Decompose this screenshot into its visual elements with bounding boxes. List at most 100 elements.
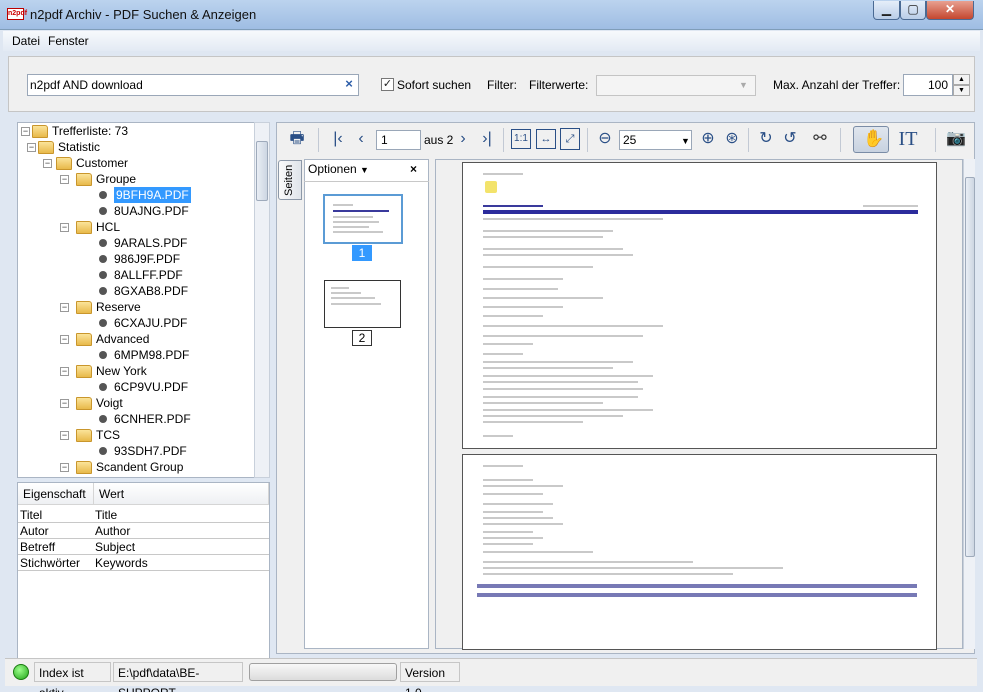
menu-fenster[interactable]: Fenster — [48, 34, 89, 48]
tree-file-label: 8ALLFF.PDF — [114, 268, 183, 282]
tree-file-label: 93SDH7.PDF — [114, 444, 187, 458]
minimize-button[interactable]: ▁ — [873, 1, 900, 20]
previous-page-icon[interactable]: ‹ — [350, 128, 372, 150]
tab-seiten-label: Seiten — [283, 164, 295, 197]
tree-node-label: TCS — [96, 428, 120, 442]
max-treffer-spinner[interactable]: 100 — [903, 74, 953, 96]
collapse-icon[interactable]: − — [60, 399, 69, 408]
pdf-page[interactable] — [462, 162, 937, 449]
collapse-icon[interactable]: − — [60, 175, 69, 184]
fit-page-icon[interactable]: ⤢ — [560, 128, 580, 150]
tree-file-label: 6CNHER.PDF — [114, 412, 191, 426]
last-page-icon[interactable]: ›| — [476, 128, 498, 150]
folder-icon — [76, 461, 92, 474]
folder-icon — [32, 125, 48, 138]
column-header-wert[interactable]: Wert — [94, 483, 269, 505]
optionen-menu[interactable]: Optionen ▼ — [308, 162, 369, 176]
menu-datei[interactable]: Datei — [12, 34, 40, 48]
progress-bar — [249, 663, 397, 681]
folder-icon — [76, 221, 92, 234]
file-icon — [99, 319, 107, 327]
document-scroll-thumb[interactable] — [965, 177, 975, 557]
filterwerte-label: Filterwerte: — [529, 78, 589, 92]
max-treffer-label: Max. Anzahl der Treffer: — [773, 78, 901, 92]
spinner-up-icon[interactable]: ▲ — [953, 74, 970, 85]
page-thumbnail[interactable] — [324, 280, 401, 328]
tree-scrollbar[interactable] — [254, 122, 270, 478]
maximize-button[interactable]: ▢ — [900, 1, 926, 20]
thumbnail-label: 2 — [352, 330, 372, 346]
first-page-icon[interactable]: |‹ — [327, 128, 349, 150]
tree-node-label: Customer — [76, 156, 129, 170]
hand-tool-button[interactable]: ✋ — [853, 126, 889, 153]
collapse-icon[interactable]: − — [60, 335, 69, 344]
folder-icon — [38, 141, 54, 154]
document-scrollbar[interactable] — [963, 159, 975, 649]
collapse-icon[interactable]: − — [27, 143, 36, 152]
marquee-zoom-icon[interactable]: ⊛ — [721, 128, 743, 150]
zoom-out-icon[interactable]: ⊖ — [594, 128, 616, 150]
sofort-suchen-checkbox[interactable]: ✓ — [381, 78, 394, 91]
collapse-icon[interactable]: − — [21, 127, 30, 136]
page-number-input[interactable]: 1 — [376, 130, 421, 150]
tree-scroll-thumb[interactable] — [256, 141, 268, 201]
version-label: Version 1.0 — [400, 662, 460, 692]
collapse-icon[interactable]: − — [60, 367, 69, 376]
tree-node-label: Scandent Group — [96, 460, 184, 474]
spinner-down-icon[interactable]: ▼ — [953, 85, 970, 96]
zoom-select[interactable]: 25 ▼ — [619, 130, 692, 150]
hand-icon: ✋ — [863, 129, 885, 148]
collapse-icon[interactable]: − — [60, 463, 69, 472]
rotate-counterclockwise-icon[interactable]: ↺ — [779, 128, 801, 150]
tree-file-label: 9BFH9A.PDF — [114, 187, 191, 203]
zoom-in-icon[interactable]: ⊕ — [697, 128, 719, 150]
print-icon[interactable]: 🖶 — [283, 128, 311, 150]
tab-seiten[interactable]: Seiten — [278, 160, 302, 200]
tree-file-label: 6CXAJU.PDF — [114, 316, 188, 330]
pdf-page[interactable] — [462, 454, 937, 650]
file-icon — [99, 271, 107, 279]
property-value: Author — [95, 524, 131, 538]
app-icon: n2pdf — [7, 8, 27, 20]
collapse-icon[interactable]: − — [60, 223, 69, 232]
folder-icon — [76, 397, 92, 410]
folder-icon — [76, 365, 92, 378]
actual-size-icon[interactable]: 1:1 — [511, 129, 531, 149]
tree-file-label: 6CP9VU.PDF — [114, 380, 189, 394]
table-row[interactable]: Stichwörter Keywords — [18, 555, 269, 571]
page-count-label: aus 2 — [424, 133, 454, 147]
property-value: Title — [95, 508, 118, 522]
title-bar: n2pdf n2pdf Archiv - PDF Suchen & Anzeig… — [0, 0, 983, 30]
folder-icon — [76, 429, 92, 442]
tree-file-label: 6MPM98.PDF — [114, 348, 190, 362]
collapse-icon[interactable]: − — [43, 159, 52, 168]
camera-icon[interactable]: 📷 — [945, 128, 967, 150]
rotate-clockwise-icon[interactable]: ↻ — [755, 128, 777, 150]
table-row[interactable]: Titel Title — [18, 507, 269, 523]
text-select-icon[interactable]: IT — [897, 128, 919, 150]
file-icon — [99, 447, 107, 455]
thumbnail-label: 1 — [352, 245, 372, 261]
collapse-icon[interactable]: − — [60, 431, 69, 440]
file-icon — [99, 255, 107, 263]
property-value: Subject — [95, 540, 136, 554]
collapse-icon[interactable]: − — [60, 303, 69, 312]
close-panel-icon[interactable]: × — [410, 162, 417, 176]
fit-width-icon[interactable]: ↔ — [536, 129, 556, 149]
table-row[interactable]: Autor Author — [18, 523, 269, 539]
file-icon — [99, 287, 107, 295]
close-button[interactable]: ✕ — [926, 1, 974, 20]
page-thumbnail[interactable] — [323, 194, 403, 244]
clear-search-icon[interactable]: × — [341, 76, 357, 94]
result-tree: − Trefferliste: 73 − Statistic − Custome… — [17, 122, 270, 478]
tree-file-label: 8UAJNG.PDF — [114, 204, 189, 218]
file-icon — [99, 383, 107, 391]
search-input[interactable] — [30, 77, 330, 93]
next-page-icon[interactable]: › — [452, 128, 474, 150]
binoculars-icon[interactable]: ⚯ — [809, 128, 831, 150]
filterwerte-select[interactable]: ▼ — [596, 75, 756, 96]
table-row[interactable]: Betreff Subject — [18, 539, 269, 555]
status-indicator-icon — [13, 664, 29, 680]
logo-icon — [485, 181, 497, 193]
column-header-eigenschaft[interactable]: Eigenschaft — [18, 483, 94, 505]
